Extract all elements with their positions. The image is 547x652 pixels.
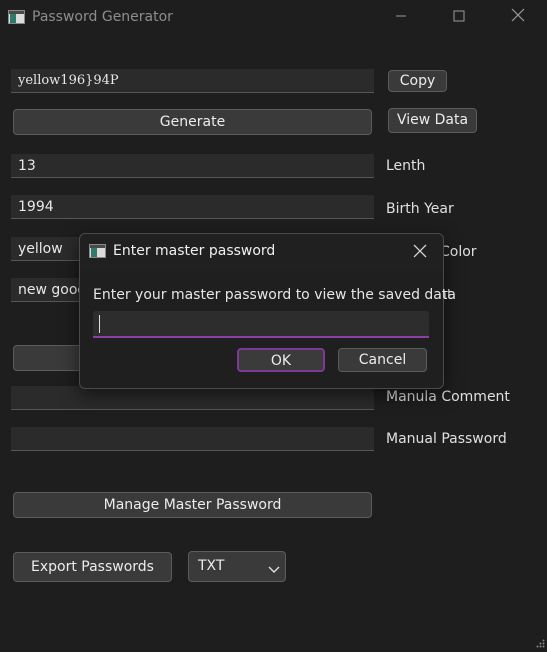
dialog-close-icon[interactable]: [413, 244, 429, 260]
master-password-input[interactable]: [93, 311, 429, 338]
dialog-titlebar: Enter master password: [80, 234, 443, 270]
birth-year-label: Birth Year: [386, 201, 454, 217]
birth-year-field[interactable]: 1994: [11, 195, 374, 219]
manual-password-label: Manual Password: [386, 431, 507, 447]
length-label: Lenth: [386, 158, 426, 174]
color-label: Color: [440, 244, 477, 260]
dialog-app-icon: [89, 244, 106, 258]
generated-password-field[interactable]: yellow196}94P: [11, 69, 374, 93]
manual-comment-label: Manula Comment: [386, 389, 510, 405]
dialog-title: Enter master password: [113, 243, 276, 259]
window-titlebar: Password Generator: [0, 0, 547, 36]
format-select-value: TXT: [198, 558, 225, 574]
length-field[interactable]: 13: [11, 154, 374, 178]
copy-button[interactable]: Copy: [388, 70, 447, 92]
export-passwords-button[interactable]: Export Passwords: [13, 552, 172, 582]
chevron-down-icon: [268, 562, 280, 573]
cancel-button[interactable]: Cancel: [338, 348, 427, 372]
manual-password-field[interactable]: [11, 427, 374, 451]
app-icon: [8, 10, 25, 24]
dialog-prompt: Enter your master password to view the s…: [93, 287, 456, 303]
minimize-icon[interactable]: [383, 6, 419, 30]
manage-master-password-button[interactable]: Manage Master Password: [13, 492, 372, 518]
ok-button[interactable]: OK: [237, 348, 325, 372]
text-caret: [99, 315, 100, 333]
maximize-icon[interactable]: [441, 6, 477, 30]
view-data-button[interactable]: View Data: [388, 108, 477, 133]
generate-button[interactable]: Generate: [13, 109, 372, 135]
resize-grip-icon[interactable]: [536, 636, 545, 648]
window-title: Password Generator: [32, 9, 173, 25]
close-icon[interactable]: [500, 6, 536, 30]
manual-comment-field[interactable]: [11, 386, 374, 410]
